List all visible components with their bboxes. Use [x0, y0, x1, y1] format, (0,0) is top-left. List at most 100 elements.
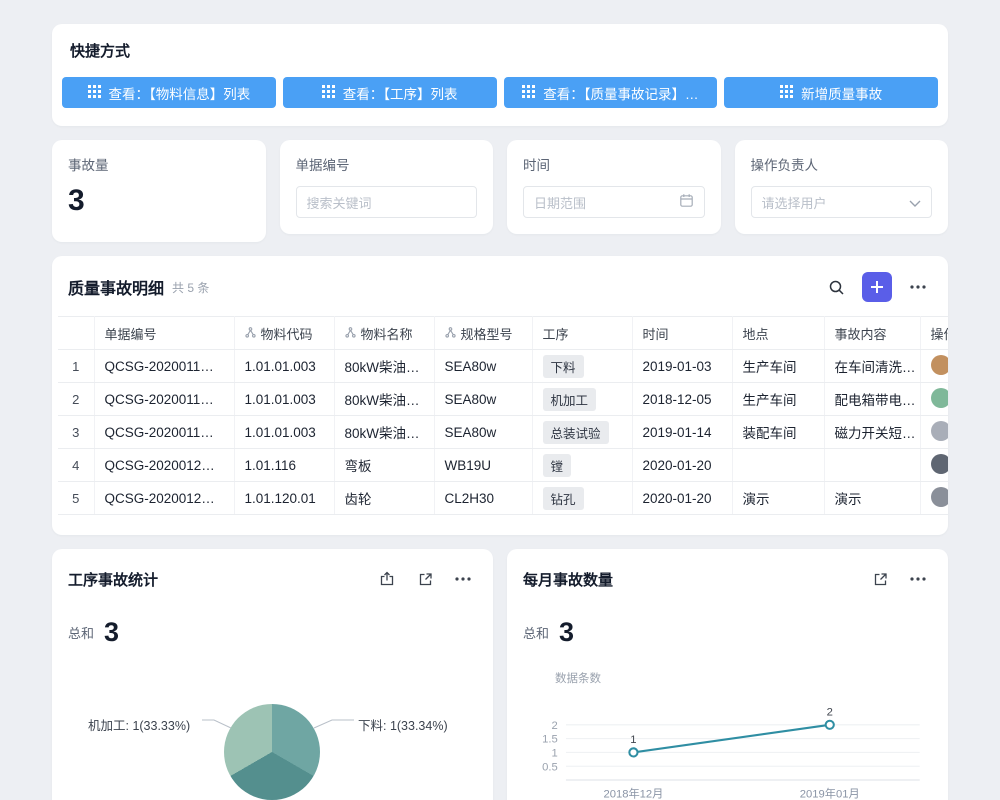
cell-place: 装配车间 [732, 416, 824, 449]
cell-material-code: 1.01.01.003 [234, 416, 334, 449]
avatar [931, 487, 949, 507]
date-range-input[interactable]: 日期范围 [523, 186, 705, 218]
table-count: 共 5 条 [172, 279, 209, 296]
cell-content [824, 449, 920, 482]
cell-process: 机加工 [532, 383, 632, 416]
column-label: 事故内容 [835, 327, 887, 342]
process-tag: 总装试验 [543, 421, 609, 444]
process-tag: 机加工 [543, 388, 597, 411]
column-label: 规格型号 [461, 324, 513, 343]
row-number-header [58, 317, 94, 350]
table-card-header: 质量事故明细 共 5 条 [52, 270, 948, 316]
table-row[interactable]: 2QCSG-2020011…1.01.01.00380kW柴油…SEA80w机加… [58, 383, 948, 416]
line-more-button[interactable] [904, 565, 932, 593]
pie-chart[interactable] [224, 704, 320, 800]
col-doc-no[interactable]: 单据编号 [94, 317, 234, 350]
grid-icon [522, 85, 535, 101]
col-material-name[interactable]: 物料名称 [334, 317, 434, 350]
cell-row-number: 3 [58, 416, 94, 449]
avatar [931, 355, 949, 375]
pie-more-button[interactable] [449, 565, 477, 593]
cell-material-name: 弯板 [334, 449, 434, 482]
pie-card-actions [373, 565, 477, 593]
operator-filter-label: 操作负责人 [751, 154, 933, 174]
cell-time: 2020-01-20 [632, 482, 732, 515]
col-time[interactable]: 时间 [632, 317, 732, 350]
col-process[interactable]: 工序 [532, 317, 632, 350]
column-label: 工序 [543, 327, 569, 342]
cell-doc-no: QCSG-2020012… [94, 482, 234, 515]
grid-icon [88, 85, 101, 101]
col-spec[interactable]: 规格型号 [434, 317, 532, 350]
grid-icon [780, 85, 793, 101]
table-row[interactable]: 3QCSG-2020011…1.01.01.00380kW柴油…SEA80w总装… [58, 416, 948, 449]
operator-placeholder: 请选择用户 [762, 193, 827, 212]
export-button[interactable] [373, 565, 401, 593]
cell-spec: SEA80w [434, 350, 532, 383]
more-icon [455, 577, 471, 581]
cell-material-name: 80kW柴油… [334, 416, 434, 449]
line-card-header: 每月事故数量 [523, 565, 932, 593]
avatar [931, 421, 949, 441]
svg-text:2019年01月: 2019年01月 [800, 786, 860, 800]
shortcut-button-process-list[interactable]: 查看：【工序】列表 [283, 77, 497, 108]
date-range-placeholder: 日期范围 [534, 193, 586, 212]
cell-row-number: 5 [58, 482, 94, 515]
quality-accident-table-card: 质量事故明细 共 5 条 单据编号 物料代码 [52, 256, 948, 535]
chevron-down-icon [909, 195, 921, 210]
cell-doc-no: QCSG-2020011… [94, 383, 234, 416]
table-more-button[interactable] [904, 273, 932, 301]
dashboard-page: 快捷方式 查看：【物料信息】列表 查看：【工序】列表 查看：【质量事故记录】… … [0, 0, 1000, 800]
cell-material-code: 1.01.01.003 [234, 350, 334, 383]
column-label: 操作负责人 [931, 327, 949, 342]
plus-icon [870, 280, 884, 294]
more-icon [910, 577, 926, 581]
table-row[interactable]: 4QCSG-2020012…1.01.116弯板WB19U镗2020-01-20 [58, 449, 948, 482]
cell-spec: WB19U [434, 449, 532, 482]
shortcut-button-accident-record-list[interactable]: 查看：【质量事故记录】… [504, 77, 718, 108]
shortcut-button-label: 查看：【工序】列表 [343, 83, 458, 103]
filter-row: 事故量 3 单据编号 搜索关键词 时间 日期范围 操作负责人 请选择用户 [52, 140, 948, 242]
add-record-button[interactable] [862, 272, 892, 302]
col-content[interactable]: 事故内容 [824, 317, 920, 350]
more-icon [910, 285, 926, 289]
svg-text:1: 1 [630, 734, 636, 746]
column-label: 物料代码 [261, 324, 313, 343]
cell-spec: CL2H30 [434, 482, 532, 515]
col-material-code[interactable]: 物料代码 [234, 317, 334, 350]
cell-time: 2020-01-20 [632, 449, 732, 482]
cell-process: 钻孔 [532, 482, 632, 515]
column-label: 地点 [743, 327, 769, 342]
pie-total-row: 总和 3 [68, 619, 477, 646]
open-chart-button[interactable] [411, 565, 439, 593]
svg-text:2018年12月: 2018年12月 [603, 786, 663, 800]
cell-operator [920, 350, 948, 383]
shortcuts-title: 快捷方式 [70, 40, 938, 61]
column-label: 物料名称 [361, 324, 413, 343]
table-scroll-area[interactable]: 单据编号 物料代码 物料名称 规格型号 工序 时间 地点 事故内容 操作负责人 … [58, 316, 948, 515]
cell-row-number: 1 [58, 350, 94, 383]
calendar-icon [679, 193, 694, 211]
table-row[interactable]: 1QCSG-2020011…1.01.01.00380kW柴油…SEA80w下料… [58, 350, 948, 383]
line-total-label: 总和 [523, 623, 549, 646]
shortcut-button-label: 查看：【质量事故记录】… [543, 83, 698, 103]
doc-no-search-input[interactable]: 搜索关键词 [296, 186, 478, 218]
shortcut-button-material-list[interactable]: 查看：【物料信息】列表 [62, 77, 276, 108]
column-label: 时间 [643, 327, 669, 342]
operator-select[interactable]: 请选择用户 [751, 186, 933, 218]
shortcut-button-add-accident[interactable]: 新增质量事故 [724, 77, 938, 108]
col-operator[interactable]: 操作负责人 [920, 317, 948, 350]
table-row[interactable]: 5QCSG-2020012…1.01.120.01齿轮CL2H30钻孔2020-… [58, 482, 948, 515]
svg-text:0.5: 0.5 [542, 761, 558, 773]
line-chart[interactable]: 0.511.5212018年12月22019年01月 [523, 688, 932, 800]
open-chart-button[interactable] [866, 565, 894, 593]
cell-place: 生产车间 [732, 350, 824, 383]
time-filter-card: 时间 日期范围 [507, 140, 721, 234]
col-place[interactable]: 地点 [732, 317, 824, 350]
doc-no-placeholder: 搜索关键词 [307, 193, 372, 212]
pie-chart-title: 工序事故统计 [68, 569, 158, 590]
cell-place [732, 449, 824, 482]
search-button[interactable] [822, 273, 850, 301]
search-icon [828, 279, 845, 296]
cell-operator [920, 416, 948, 449]
